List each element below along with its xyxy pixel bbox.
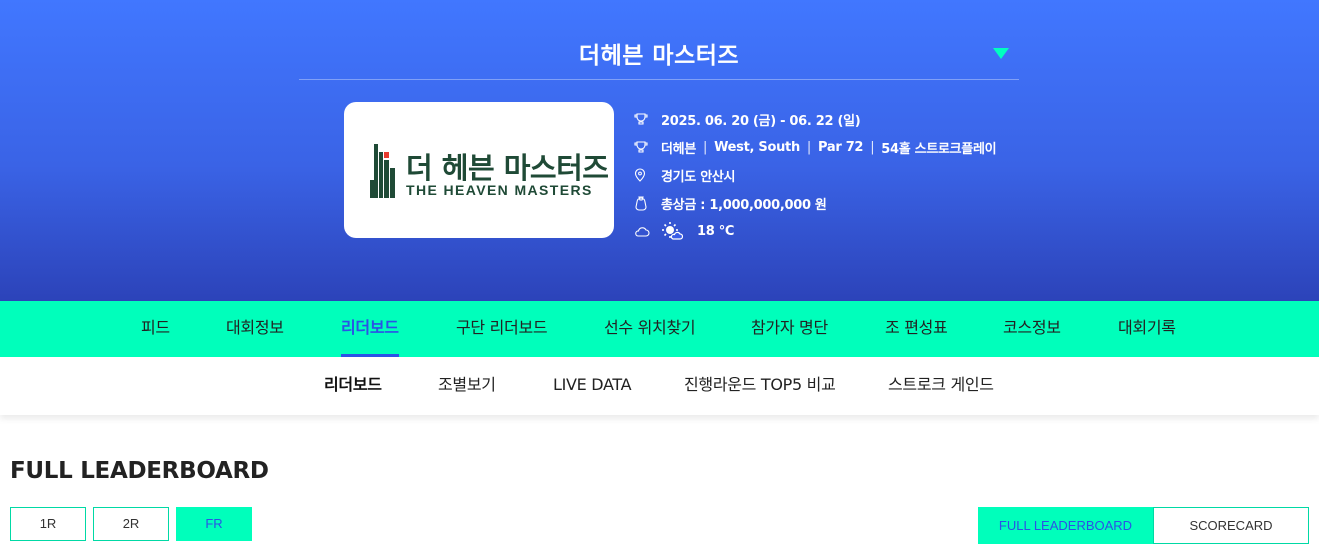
course-layout: West, South (714, 139, 800, 155)
triangle-down-icon[interactable] (993, 48, 1009, 59)
page-title: FULL LEADERBOARD (10, 458, 269, 484)
course-name: 더헤븐 (661, 141, 696, 157)
course-format: 54홀 스트로크플레이 (881, 141, 997, 157)
info-location: 경기도 안산시 (634, 161, 1054, 189)
nav-item-leaderboard[interactable]: 리더보드 (341, 301, 399, 357)
course-par: Par 72 (818, 139, 864, 155)
nav-item-entry-list[interactable]: 참가자 명단 (751, 301, 828, 357)
trophy-icon (634, 112, 661, 126)
logo-korean-text: 더 헤븐 마스터즈 (406, 151, 609, 185)
round-2r-button[interactable]: 2R (93, 507, 169, 541)
info-prize: 총상금 : 1,000,000,000 원 (634, 189, 1054, 217)
main-nav: 피드 대회정보 리더보드 구단 리더보드 선수 위치찾기 참가자 명단 조 편성… (0, 301, 1319, 357)
subnav-item-leaderboard[interactable]: 리더보드 (324, 357, 382, 415)
nav-item-player-locator[interactable]: 선수 위치찾기 (604, 301, 696, 357)
nav-item-tournament-info[interactable]: 대회정보 (226, 301, 284, 357)
subnav-item-strokes-gained[interactable]: 스트로크 게인드 (888, 357, 994, 415)
sub-nav: 리더보드 조별보기 LIVE DATA 진행라운드 TOP5 비교 스트로크 게… (0, 357, 1319, 415)
pin-icon (634, 168, 661, 182)
info-date: 2025. 06. 20 (금) - 06. 22 (일) (634, 105, 1054, 133)
logo-english-text: THE HEAVEN MASTERS (406, 182, 593, 198)
tournament-selector[interactable]: 더헤븐 마스터즈 (299, 0, 1019, 80)
info-weather: 18 °C (634, 217, 1054, 245)
round-1r-button[interactable]: 1R (10, 507, 86, 541)
sun-cloud-icon (661, 221, 683, 241)
full-leaderboard-tab[interactable]: FULL LEADERBOARD (978, 507, 1153, 544)
scorecard-tab[interactable]: SCORECARD (1153, 507, 1309, 544)
subnav-item-group-view[interactable]: 조별보기 (438, 357, 496, 415)
tournament-header: 더헤븐 마스터즈 더 헤븐 마스터즈 THE HEAVEN MASTERS 20… (0, 0, 1319, 301)
nav-item-feed[interactable]: 피드 (141, 301, 170, 357)
tournament-info: 2025. 06. 20 (금) - 06. 22 (일) 더헤븐 | West… (634, 105, 1054, 245)
partly-cloudy-icon (634, 225, 661, 237)
info-course: 더헤븐 | West, South | Par 72 | 54홀 스트로크플레이 (634, 133, 1054, 161)
temperature: 18 °C (697, 223, 735, 239)
subnav-item-top5-compare[interactable]: 진행라운드 TOP5 비교 (684, 357, 836, 415)
tournament-title: 더헤븐 마스터즈 (578, 43, 740, 69)
trophy-icon (634, 140, 661, 154)
view-tabs: FULL LEADERBOARD SCORECARD (978, 507, 1309, 544)
nav-item-records[interactable]: 대회기록 (1118, 301, 1176, 357)
nav-item-pairings[interactable]: 조 편성표 (885, 301, 948, 357)
tournament-logo: 더 헤븐 마스터즈 THE HEAVEN MASTERS (344, 102, 614, 238)
round-fr-button[interactable]: FR (176, 507, 252, 541)
money-bag-icon (634, 195, 661, 211)
subnav-item-live-data[interactable]: LIVE DATA (553, 357, 632, 415)
logo-mark-icon (370, 144, 395, 198)
nav-item-club-leaderboard[interactable]: 구단 리더보드 (456, 301, 548, 357)
nav-item-course-info[interactable]: 코스정보 (1003, 301, 1061, 357)
